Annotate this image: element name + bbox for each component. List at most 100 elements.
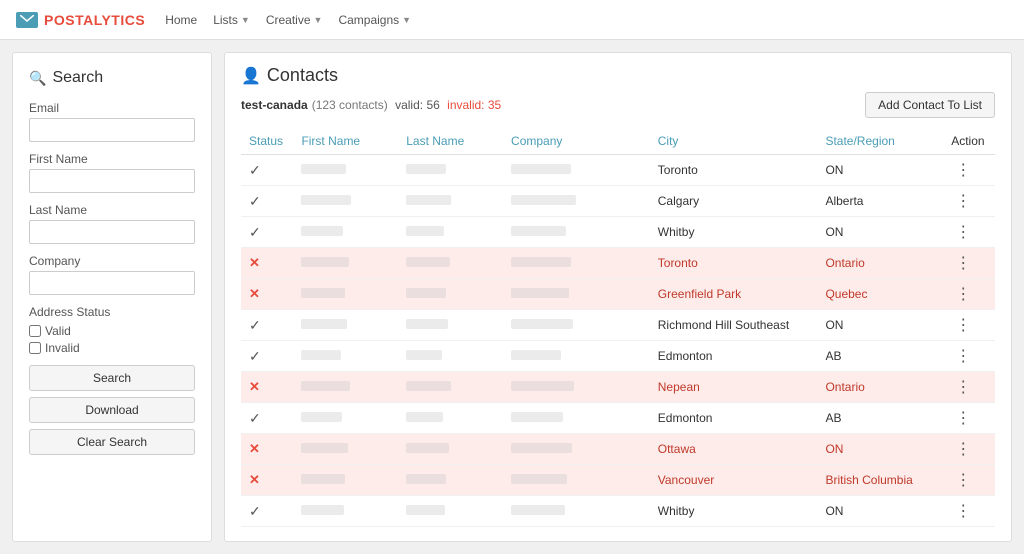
action-menu-button[interactable]: ⋮ xyxy=(951,286,975,303)
invalid-checkbox-label[interactable]: Invalid xyxy=(29,341,195,355)
action-cell: ⋮ xyxy=(943,434,995,465)
table-row: ✓EdmontonAB⋮ xyxy=(241,341,995,372)
company-cell xyxy=(503,248,650,279)
status-cell: ✓ xyxy=(241,496,293,527)
creative-chevron-icon: ▼ xyxy=(314,15,323,25)
add-contact-button[interactable]: Add Contact To List xyxy=(865,92,995,118)
list-name: test-canada xyxy=(241,98,308,112)
state-cell: Ontario xyxy=(817,372,943,403)
action-cell: ⋮ xyxy=(943,403,995,434)
city-cell: Toronto xyxy=(650,155,818,186)
nav-home[interactable]: Home xyxy=(165,9,197,31)
invalid-checkbox[interactable] xyxy=(29,342,41,354)
firstname-cell xyxy=(293,186,398,217)
action-menu-button[interactable]: ⋮ xyxy=(951,193,975,210)
action-menu-button[interactable]: ⋮ xyxy=(951,410,975,427)
firstname-cell xyxy=(293,310,398,341)
lists-chevron-icon: ▼ xyxy=(241,15,250,25)
firstname-input[interactable] xyxy=(29,169,195,193)
company-cell xyxy=(503,434,650,465)
valid-checkbox[interactable] xyxy=(29,325,41,337)
clear-search-button[interactable]: Clear Search xyxy=(29,429,195,455)
status-cell: ✕ xyxy=(241,434,293,465)
action-menu-button[interactable]: ⋮ xyxy=(951,255,975,272)
action-menu-button[interactable]: ⋮ xyxy=(951,224,975,241)
page-title: 👤 Contacts xyxy=(241,65,995,86)
firstname-cell xyxy=(293,279,398,310)
status-cell: ✕ xyxy=(241,465,293,496)
state-cell: Quebec xyxy=(817,279,943,310)
contacts-meta: test-canada (123 contacts) valid: 56 inv… xyxy=(241,92,995,118)
city-cell: Edmonton xyxy=(650,403,818,434)
action-menu-button[interactable]: ⋮ xyxy=(951,379,975,396)
state-cell: ON xyxy=(817,496,943,527)
company-cell xyxy=(503,155,650,186)
action-cell: ⋮ xyxy=(943,186,995,217)
logo-icon xyxy=(16,12,38,28)
campaigns-chevron-icon: ▼ xyxy=(402,15,411,25)
lastname-cell xyxy=(398,341,503,372)
contacts-icon: 👤 xyxy=(241,66,261,86)
status-cell: ✓ xyxy=(241,217,293,248)
valid-icon: ✓ xyxy=(249,410,261,426)
email-input[interactable] xyxy=(29,118,195,142)
nav-creative[interactable]: Creative ▼ xyxy=(266,9,323,31)
city-cell: Richmond Hill Southeast xyxy=(650,310,818,341)
address-status-label: Address Status xyxy=(29,305,195,319)
valid-icon: ✓ xyxy=(249,162,261,178)
nav-lists[interactable]: Lists ▼ xyxy=(213,9,250,31)
city-cell: Edmonton xyxy=(650,341,818,372)
invalid-icon: ✕ xyxy=(249,472,260,487)
lastname-cell xyxy=(398,403,503,434)
action-menu-button[interactable]: ⋮ xyxy=(951,472,975,489)
nav-campaigns[interactable]: Campaigns ▼ xyxy=(338,9,411,31)
valid-icon: ✓ xyxy=(249,224,261,240)
table-row: ✕TorontoOntario⋮ xyxy=(241,248,995,279)
col-action: Action xyxy=(943,128,995,155)
firstname-cell xyxy=(293,248,398,279)
action-menu-button[interactable]: ⋮ xyxy=(951,441,975,458)
company-cell xyxy=(503,310,650,341)
lastname-cell xyxy=(398,465,503,496)
lastname-cell xyxy=(398,372,503,403)
main-container: 🔍 Search Email First Name Last Name Comp… xyxy=(0,40,1024,554)
company-group: Company xyxy=(29,254,195,295)
valid-icon: ✓ xyxy=(249,317,261,333)
state-cell: Alberta xyxy=(817,186,943,217)
valid-checkbox-label[interactable]: Valid xyxy=(29,324,195,338)
action-menu-button[interactable]: ⋮ xyxy=(951,348,975,365)
col-state: State/Region xyxy=(817,128,943,155)
col-status: Status xyxy=(241,128,293,155)
city-cell: Whitby xyxy=(650,496,818,527)
action-menu-button[interactable]: ⋮ xyxy=(951,162,975,179)
action-cell: ⋮ xyxy=(943,279,995,310)
firstname-cell xyxy=(293,341,398,372)
action-menu-button[interactable]: ⋮ xyxy=(951,317,975,334)
col-firstname: First Name xyxy=(293,128,398,155)
firstname-cell xyxy=(293,372,398,403)
lastname-input[interactable] xyxy=(29,220,195,244)
col-city: City xyxy=(650,128,818,155)
state-cell: AB xyxy=(817,403,943,434)
state-cell: ON xyxy=(817,217,943,248)
table-row: ✕NepeanOntario⋮ xyxy=(241,372,995,403)
firstname-cell xyxy=(293,496,398,527)
search-button[interactable]: Search xyxy=(29,365,195,391)
download-button[interactable]: Download xyxy=(29,397,195,423)
navbar: POSTALYTICS Home Lists ▼ Creative ▼ Camp… xyxy=(0,0,1024,40)
action-cell: ⋮ xyxy=(943,248,995,279)
status-cell: ✓ xyxy=(241,403,293,434)
total-contacts: (123 contacts) xyxy=(312,98,388,112)
lastname-cell xyxy=(398,217,503,248)
lastname-cell xyxy=(398,248,503,279)
state-cell: ON xyxy=(817,310,943,341)
action-menu-button[interactable]: ⋮ xyxy=(951,503,975,520)
contacts-table: Status First Name Last Name Company City… xyxy=(241,128,995,527)
table-row: ✓ Richmond Hill SoutheastON ⋮ xyxy=(241,310,995,341)
city-cell: Nepean xyxy=(650,372,818,403)
status-cell: ✓ xyxy=(241,186,293,217)
status-checkboxes: Valid Invalid xyxy=(29,324,195,355)
firstname-cell xyxy=(293,465,398,496)
city-cell: Vancouver xyxy=(650,465,818,496)
company-input[interactable] xyxy=(29,271,195,295)
